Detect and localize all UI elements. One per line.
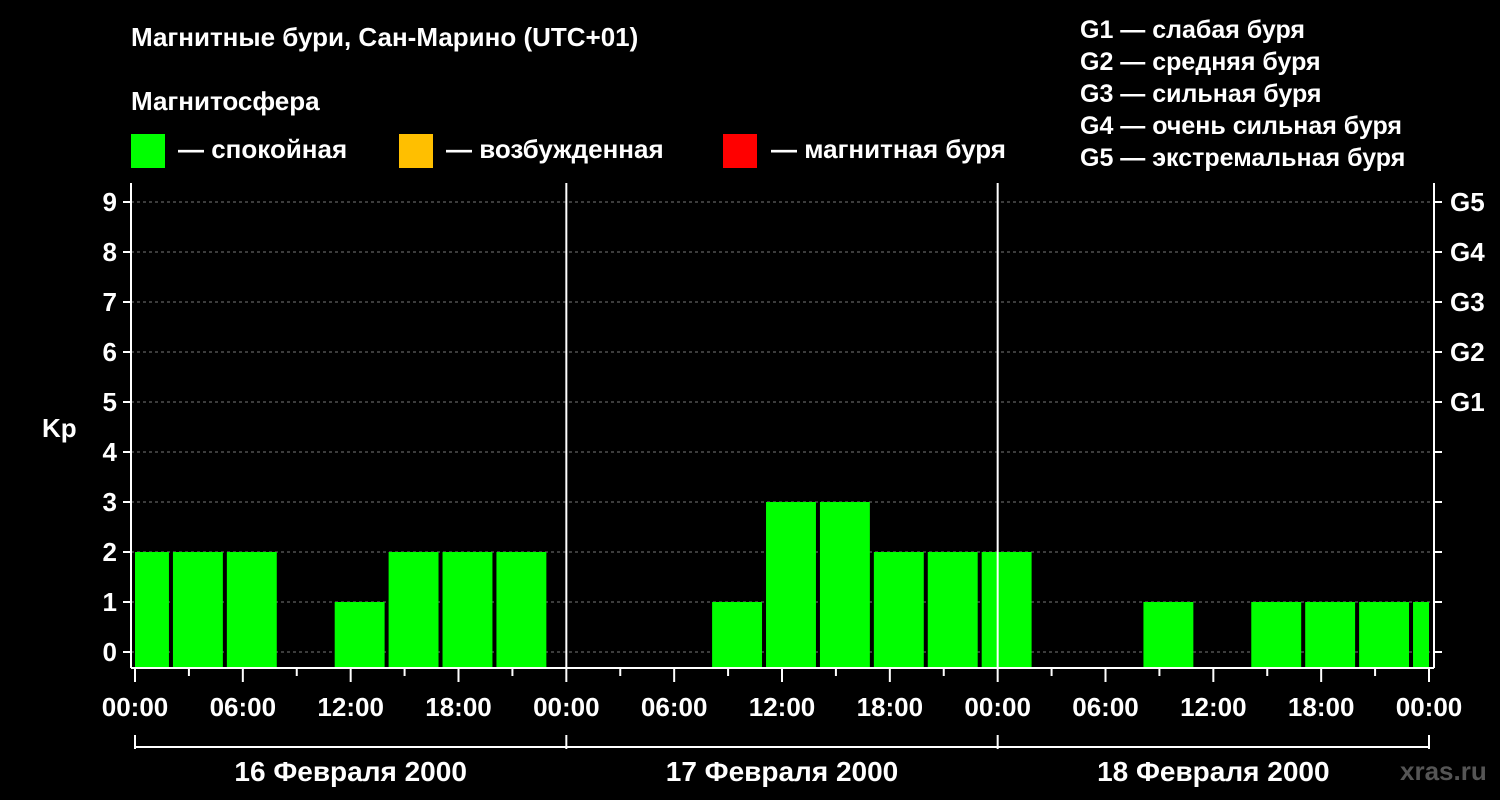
x-tick-label: 18:00 [425,692,492,722]
kp-bar [388,552,439,668]
x-tick-label: 06:00 [210,692,277,722]
watermark: xras.ru [1400,756,1487,786]
x-tick-label: 12:00 [1180,692,1247,722]
kp-bar [172,552,223,668]
x-tick-label: 18:00 [1288,692,1355,722]
g-axis-label: G3 [1450,287,1485,317]
kp-bar [1143,602,1194,668]
kp-bar [1305,602,1356,668]
day-label: 16 Февраля 2000 [234,756,466,787]
g-axis-label: G1 [1450,387,1485,417]
x-tick-label: 00:00 [102,692,169,722]
kp-bar [1251,602,1302,668]
g-axis-label: G5 [1450,187,1485,217]
x-tick-label: 06:00 [641,692,708,722]
kp-bar [496,552,547,668]
x-tick-label: 12:00 [749,692,816,722]
kp-bar [766,502,816,668]
day-label: 17 Февраля 2000 [666,756,898,787]
kp-bar [819,502,870,668]
x-tick-label: 18:00 [857,692,924,722]
kp-chart: 0 1 2 3 4 5 6 7 8 9 G1 G2 G3 G4 G5 Kp 00:00 06:00 12:00 18:… [42,183,1485,787]
kp-bar [226,552,277,668]
kp-bar [135,552,169,668]
y-tick-label: 2 [103,537,117,567]
kp-bar [981,552,1032,668]
y-axis-title: Kp [42,413,77,443]
kp-bar [1413,602,1429,668]
y-tick-label: 3 [103,487,117,517]
y-tick-label: 0 [103,637,117,667]
day-label: 18 Февраля 2000 [1097,756,1329,787]
kp-bar [873,552,924,668]
g-axis-label: G4 [1450,237,1485,267]
y-tick-label: 8 [103,237,117,267]
kp-bar [334,602,385,668]
g-axis-label: G2 [1450,337,1485,367]
x-tick-label: 00:00 [1396,692,1463,722]
kp-bar [442,552,493,668]
y-tick-label: 1 [103,587,117,617]
kp-bar [712,602,763,668]
x-tick-label: 00:00 [964,692,1031,722]
y-tick-label: 4 [103,437,118,467]
x-tick-label: 00:00 [533,692,600,722]
y-tick-label: 6 [103,337,117,367]
kp-bar [1359,602,1410,668]
y-tick-label: 9 [103,187,117,217]
y-tick-label: 5 [103,387,117,417]
x-tick-label: 12:00 [317,692,384,722]
y-tick-label: 7 [103,287,117,317]
kp-bar [927,552,978,668]
x-tick-label: 06:00 [1072,692,1139,722]
